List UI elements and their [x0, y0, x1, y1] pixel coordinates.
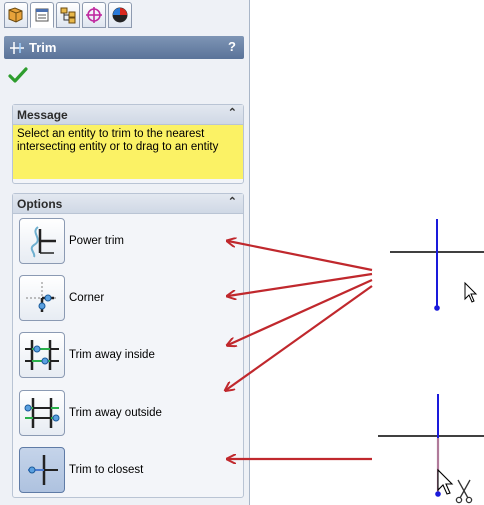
- arrow-to-trim-away-outside: [226, 285, 373, 390]
- sketch-endpoint: [434, 305, 440, 311]
- sketch-endpoint: [435, 491, 441, 497]
- arrow-to-corner: [228, 272, 373, 296]
- mouse-cursor-icon: [464, 281, 478, 303]
- scissors-icon: [455, 479, 473, 504]
- sketch-preview-power-trim: [390, 219, 484, 311]
- arrow-to-trim-away-inside: [228, 278, 373, 345]
- arrow-to-power-trim: [228, 241, 373, 272]
- sketch-preview-trim-to-closest: [378, 394, 484, 504]
- mouse-cursor-icon: [437, 468, 454, 495]
